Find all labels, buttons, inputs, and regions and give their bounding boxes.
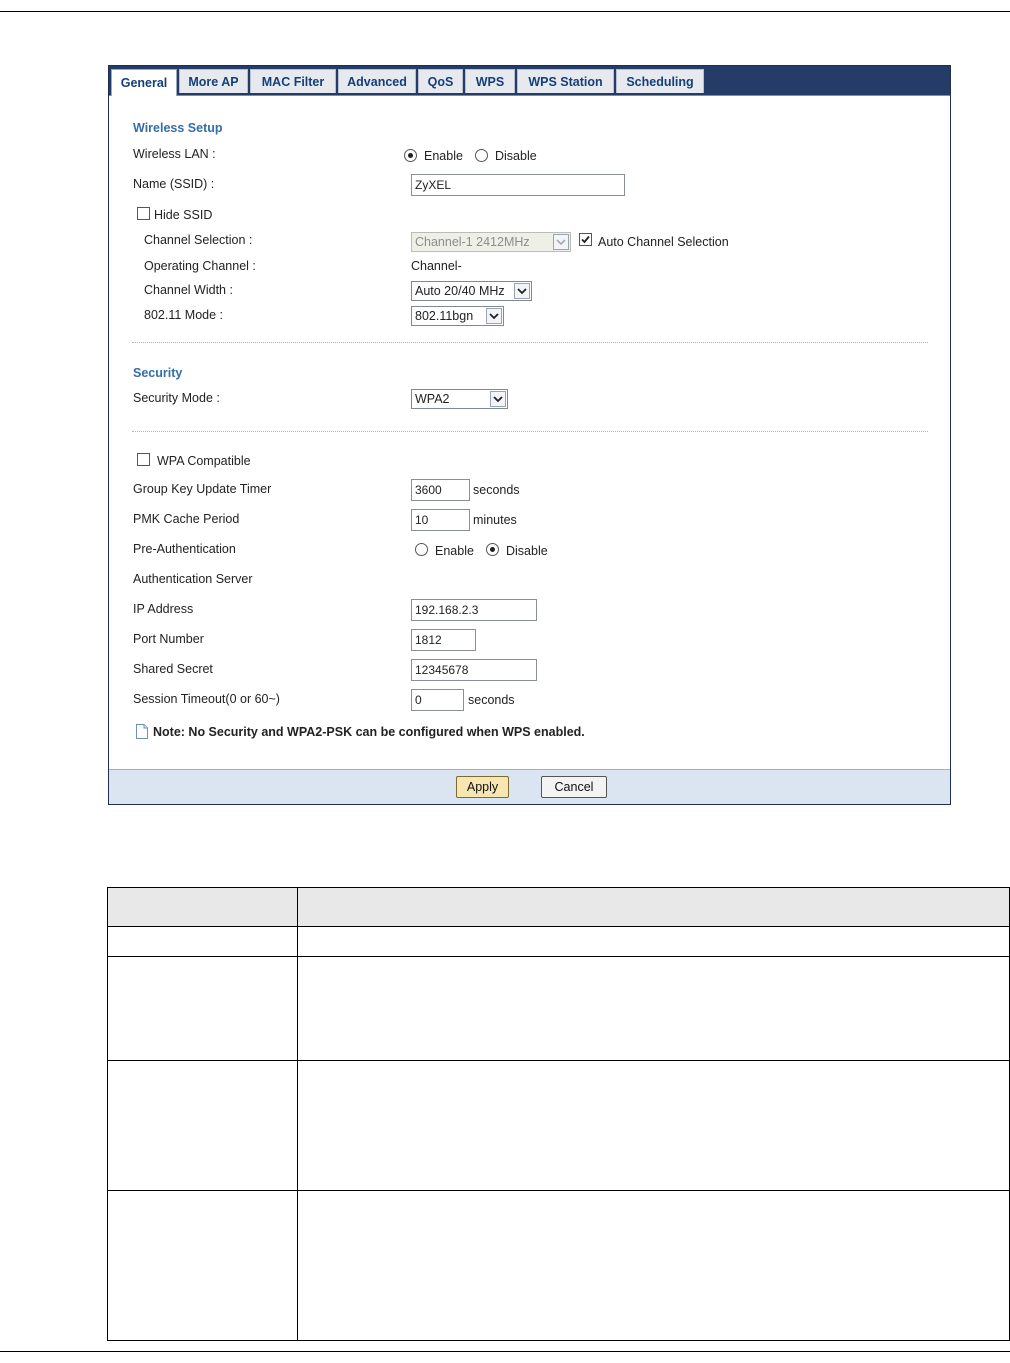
- tab-wps[interactable]: WPS: [465, 69, 515, 93]
- security-mode-label: Security Mode :: [133, 391, 220, 405]
- tab-advanced[interactable]: Advanced: [338, 69, 416, 93]
- pmk-label: PMK Cache Period: [133, 512, 240, 526]
- channel-width-label: Channel Width :: [144, 283, 233, 297]
- group-key-unit: seconds: [473, 483, 520, 497]
- channel-width-value: Auto 20/40 MHz: [415, 284, 505, 298]
- tab-bar: General More AP MAC Filter Advanced QoS …: [109, 66, 950, 96]
- operating-channel-label: Operating Channel :: [144, 259, 256, 273]
- preauth-enable-label: Enable: [435, 544, 474, 558]
- checkmark-icon: [581, 235, 590, 244]
- mode-value: 802.11bgn: [415, 309, 474, 323]
- chevron-down-icon: [553, 234, 569, 250]
- timeout-input[interactable]: [411, 689, 464, 711]
- page-footer-rule: [0, 1351, 1010, 1352]
- ip-label: IP Address: [133, 602, 194, 616]
- field-description-table: [107, 887, 1010, 1341]
- preauth-label: Pre-Authentication: [133, 542, 236, 556]
- wireless-lan-enable-radio[interactable]: [404, 149, 417, 162]
- wireless-settings-screenshot: General More AP MAC Filter Advanced QoS …: [108, 65, 951, 805]
- tab-general[interactable]: General: [111, 69, 177, 96]
- wireless-lan-disable-label: Disable: [495, 149, 537, 163]
- section-divider: [132, 342, 928, 343]
- channel-selection-value: Channel-1 2412MHz: [415, 235, 530, 249]
- wireless-lan-label: Wireless LAN :: [133, 147, 216, 161]
- operating-channel-value: Channel-: [411, 259, 462, 273]
- preauth-disable-label: Disable: [506, 544, 548, 558]
- channel-selection-select[interactable]: Channel-1 2412MHz: [411, 232, 571, 252]
- group-key-label: Group Key Update Timer: [133, 482, 272, 496]
- wireless-setup-title: Wireless Setup: [133, 121, 223, 135]
- ssid-label: Name (SSID) :: [133, 177, 215, 191]
- preauth-enable-radio[interactable]: [415, 543, 428, 556]
- section-divider: [132, 431, 928, 432]
- wpa-compatible-checkbox[interactable]: [137, 453, 150, 466]
- chevron-down-icon: [490, 391, 506, 407]
- wps-note: Note: No Security and WPA2-PSK can be co…: [153, 725, 585, 739]
- security-title: Security: [133, 366, 183, 380]
- mode-label: 802.11 Mode :: [144, 308, 223, 322]
- wireless-lan-enable-label: Enable: [424, 149, 463, 163]
- auth-server-label: Authentication Server: [133, 572, 253, 586]
- cancel-button[interactable]: Cancel: [541, 776, 607, 798]
- auto-channel-label: Auto Channel Selection: [598, 235, 729, 249]
- auto-channel-checkbox[interactable]: [579, 233, 592, 246]
- ip-input[interactable]: [411, 599, 537, 621]
- channel-width-select[interactable]: Auto 20/40 MHz: [411, 281, 532, 301]
- tab-scheduling[interactable]: Scheduling: [616, 69, 704, 93]
- security-mode-select[interactable]: WPA2: [411, 389, 508, 409]
- tab-qos[interactable]: QoS: [418, 69, 463, 93]
- port-label: Port Number: [133, 632, 204, 646]
- pmk-unit: minutes: [473, 513, 517, 527]
- table-row: [108, 957, 1009, 1061]
- ssid-input[interactable]: [411, 174, 625, 196]
- timeout-label: Session Timeout(0 or 60~): [133, 692, 280, 706]
- page-header-rule: [0, 11, 1010, 12]
- timeout-unit: seconds: [468, 693, 515, 707]
- table-row: [108, 926, 1009, 957]
- hide-ssid-label: Hide SSID: [154, 208, 213, 222]
- mode-select[interactable]: 802.11bgn: [411, 306, 504, 326]
- tab-more-ap[interactable]: More AP: [179, 69, 248, 93]
- general-panel: Wireless Setup Wireless LAN : Enable Dis…: [109, 95, 950, 769]
- security-mode-value: WPA2: [415, 392, 450, 406]
- port-input[interactable]: [411, 629, 476, 651]
- wireless-lan-disable-radio[interactable]: [475, 149, 488, 162]
- chevron-down-icon: [514, 283, 530, 299]
- tab-mac-filter[interactable]: MAC Filter: [250, 69, 336, 93]
- wpa-compatible-label: WPA Compatible: [157, 454, 251, 468]
- hide-ssid-checkbox[interactable]: [137, 207, 150, 220]
- secret-input[interactable]: [411, 659, 537, 681]
- channel-selection-label: Channel Selection :: [144, 233, 253, 247]
- table-column-divider: [297, 888, 298, 1340]
- pmk-input[interactable]: [411, 509, 470, 531]
- tab-wps-station[interactable]: WPS Station: [517, 69, 614, 93]
- apply-button[interactable]: Apply: [456, 776, 509, 798]
- table-header: [108, 888, 1009, 927]
- table-row: [108, 1061, 1009, 1191]
- preauth-disable-radio[interactable]: [486, 543, 499, 556]
- note-icon: [136, 724, 148, 739]
- footer-bar: Apply Cancel: [109, 769, 950, 804]
- chevron-down-icon: [486, 308, 502, 324]
- group-key-input[interactable]: [411, 479, 470, 501]
- secret-label: Shared Secret: [133, 662, 213, 676]
